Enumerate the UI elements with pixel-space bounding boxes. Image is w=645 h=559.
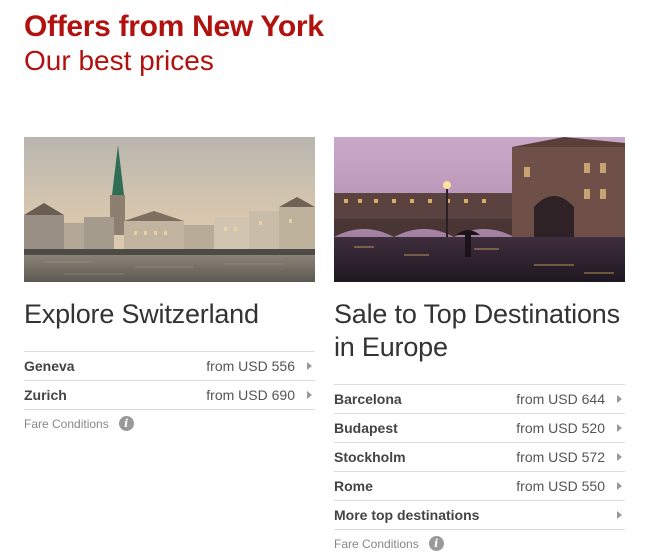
chevron-right-icon: [305, 362, 313, 370]
destination-name: Zurich: [24, 387, 67, 403]
destination-price: from USD 572: [516, 449, 605, 465]
chevron-right-icon: [615, 453, 623, 461]
price-row-zurich[interactable]: Zurich from USD 690: [24, 381, 315, 410]
chevron-right-icon: [615, 424, 623, 432]
price-row-rome[interactable]: Rome from USD 550: [334, 472, 625, 501]
chevron-right-icon: [615, 395, 623, 403]
offer-image-city[interactable]: [24, 137, 315, 282]
price-row-barcelona[interactable]: Barcelona from USD 644: [334, 385, 625, 414]
info-icon[interactable]: i: [428, 536, 444, 551]
chevron-right-icon: [305, 391, 313, 399]
destination-name: Barcelona: [334, 391, 402, 407]
page-title: Offers from New York: [24, 10, 324, 43]
destination-price: from USD 690: [206, 387, 295, 403]
more-destinations-link[interactable]: More top destinations: [334, 501, 625, 530]
chevron-right-icon: [615, 511, 623, 519]
destination-price: from USD 550: [516, 478, 605, 494]
destination-name: Rome: [334, 478, 373, 494]
card-title: Explore Switzerland: [24, 299, 259, 329]
price-list: Geneva from USD 556 Zurich from USD 690: [24, 351, 315, 410]
fare-conditions-link[interactable]: Fare Conditions i: [334, 536, 625, 551]
page-subtitle: Our best prices: [24, 45, 214, 76]
chevron-right-icon: [615, 482, 623, 490]
destination-name: Budapest: [334, 420, 398, 436]
destination-name: More top destinations: [334, 507, 480, 523]
destination-price: from USD 644: [516, 391, 605, 407]
info-icon[interactable]: i: [118, 416, 134, 431]
price-row-stockholm[interactable]: Stockholm from USD 572: [334, 443, 625, 472]
fare-conditions-link[interactable]: Fare Conditions i: [24, 416, 315, 431]
destination-name: Stockholm: [334, 449, 406, 465]
offer-card-switzerland: Explore Switzerland Geneva from USD 556 …: [24, 137, 315, 431]
offer-image-bridge[interactable]: [334, 137, 625, 282]
fare-conditions-label: Fare Conditions: [24, 416, 109, 431]
fare-conditions-label: Fare Conditions: [334, 536, 419, 551]
card-title: Sale to Top Destinations in Europe: [334, 299, 620, 362]
destination-price: from USD 556: [206, 358, 295, 374]
price-list: Barcelona from USD 644 Budapest from USD…: [334, 384, 625, 530]
price-row-geneva[interactable]: Geneva from USD 556: [24, 352, 315, 381]
price-row-budapest[interactable]: Budapest from USD 520: [334, 414, 625, 443]
page-header: Offers from New York Our best prices: [24, 10, 324, 78]
destination-price: from USD 520: [516, 420, 605, 436]
destination-name: Geneva: [24, 358, 75, 374]
offer-card-europe: Sale to Top Destinations in Europe Barce…: [334, 137, 625, 551]
